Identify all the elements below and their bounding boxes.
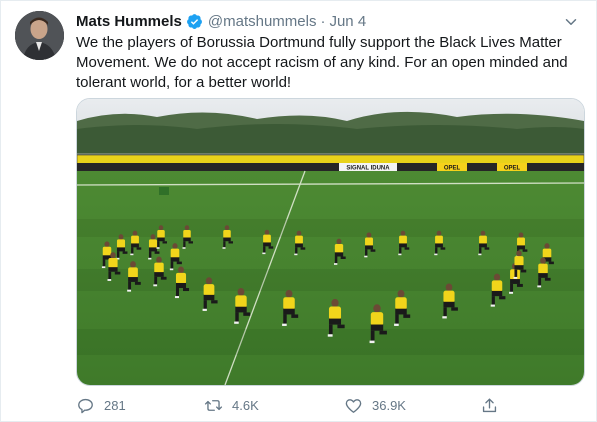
reply-count: 281 <box>104 397 126 413</box>
like-button[interactable]: 36.9K <box>344 393 406 417</box>
reply-button[interactable]: 281 <box>76 393 126 417</box>
retweet-button[interactable]: 4.6K <box>204 393 259 417</box>
banner-opel-2: OPEL <box>504 166 521 172</box>
banner-opel-1: OPEL <box>444 166 461 172</box>
tweet-card[interactable]: Mats Hummels @matshummels · Jun 4 We the… <box>0 0 597 422</box>
share-button[interactable] <box>480 393 499 417</box>
heart-icon <box>345 398 362 413</box>
retweet-icon <box>204 399 223 411</box>
team-kneeling-photo: SIGNAL IDUNA OPEL OPEL <box>77 99 584 385</box>
tweet-date[interactable]: Jun 4 <box>329 13 366 30</box>
banner-signal-iduna: SIGNAL IDUNA <box>346 166 390 172</box>
tweet-actions: 281 4.6K 36.9K <box>76 393 556 417</box>
tweet-text: We the players of Borussia Dortmund full… <box>76 34 568 91</box>
chevron-down-icon[interactable] <box>562 13 580 31</box>
tweet-header: Mats Hummels @matshummels · Jun 4 <box>76 11 586 31</box>
separator-dot: · <box>320 12 326 30</box>
author-name[interactable]: Mats Hummels <box>76 13 182 30</box>
like-count: 36.9K <box>372 397 406 413</box>
share-icon <box>482 397 497 412</box>
tweet-photo[interactable]: SIGNAL IDUNA OPEL OPEL <box>76 98 585 386</box>
retweet-count: 4.6K <box>232 397 259 413</box>
reply-icon <box>78 398 93 413</box>
avatar[interactable] <box>15 11 64 60</box>
author-handle[interactable]: @matshummels <box>208 13 317 30</box>
avatar-image <box>15 11 64 60</box>
verified-badge-icon <box>186 13 203 30</box>
